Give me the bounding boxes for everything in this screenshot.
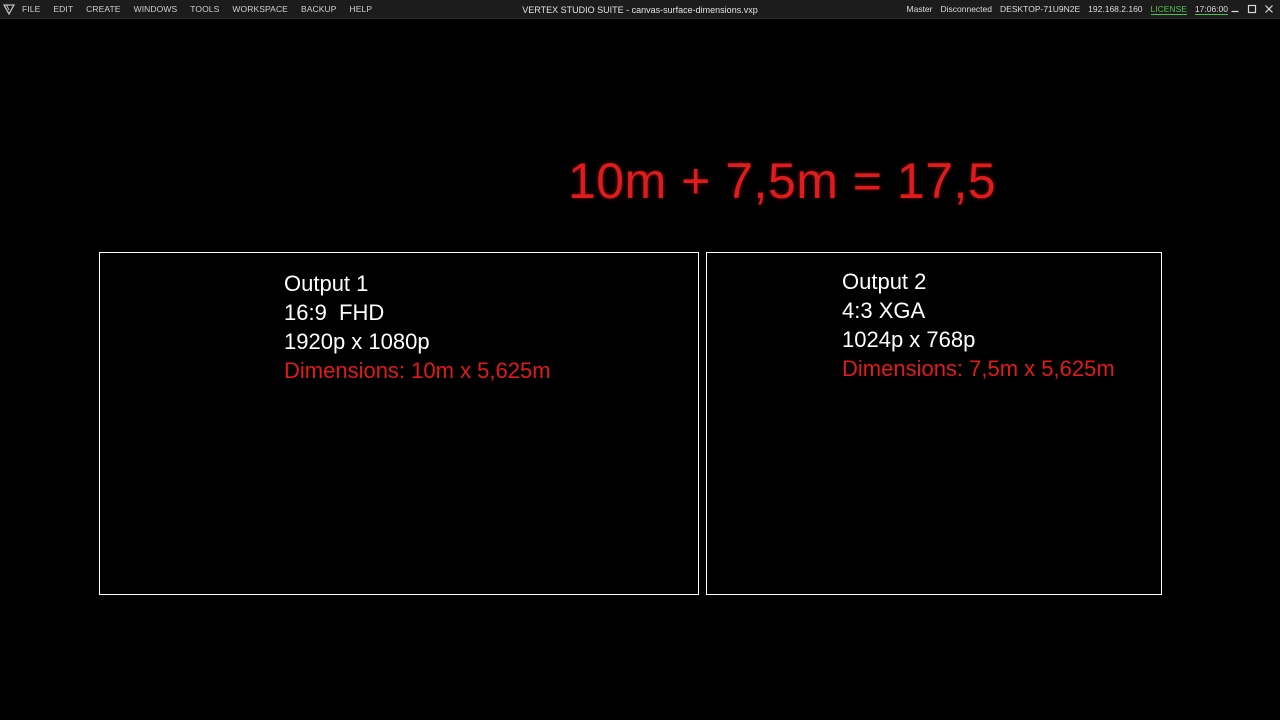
menu-workspace[interactable]: WORKSPACE (232, 4, 288, 14)
output-1-info: Output 1 16:9 FHD 1920p x 1080p Dimensio… (284, 269, 551, 385)
output-2-dimensions: Dimensions: 7,5m x 5,625m (842, 356, 1115, 381)
menu-file[interactable]: FILE (22, 4, 40, 14)
output-1-surface[interactable]: Output 1 16:9 FHD 1920p x 1080p Dimensio… (99, 252, 699, 595)
menu-help[interactable]: HELP (350, 4, 373, 14)
width-formula: 10m + 7,5m = 17,5 (568, 153, 997, 209)
maximize-button[interactable] (1245, 2, 1259, 16)
close-icon (1265, 5, 1273, 13)
output-1-dimensions: Dimensions: 10m x 5,625m (284, 358, 551, 383)
status-ip: 192.168.2.160 (1088, 4, 1143, 14)
output-1-name: Output 1 (284, 271, 369, 296)
output-2-surface[interactable]: Output 2 4:3 XGA 1024p x 768p Dimensions… (706, 252, 1162, 595)
menu-edit[interactable]: EDIT (53, 4, 73, 14)
output-1-resolution: 1920p x 1080p (284, 329, 430, 354)
output-2-resolution: 1024p x 768p (842, 327, 976, 352)
maximize-icon (1247, 4, 1257, 14)
status-host: DESKTOP-71U9N2E (1000, 4, 1081, 14)
status-area: Master Disconnected DESKTOP-71U9N2E 192.… (899, 0, 1228, 18)
menu-backup[interactable]: BACKUP (301, 4, 337, 14)
menu-bar: FILE EDIT CREATE WINDOWS TOOLS WORKSPACE… (22, 0, 385, 18)
menu-tools[interactable]: TOOLS (190, 4, 219, 14)
close-button[interactable] (1262, 2, 1276, 16)
output-1-ratio: 16:9 FHD (284, 300, 385, 325)
license-link[interactable]: LICENSE (1150, 4, 1187, 15)
app-logo-icon[interactable] (3, 3, 15, 15)
output-2-ratio: 4:3 XGA (842, 298, 926, 323)
window-controls (1225, 0, 1276, 18)
minimize-button[interactable] (1228, 2, 1242, 16)
menu-windows[interactable]: WINDOWS (134, 4, 178, 14)
status-clock: 17:06:00 (1194, 3, 1228, 15)
status-connection: Disconnected (940, 4, 993, 14)
status-role: Master (906, 4, 933, 14)
menu-create[interactable]: CREATE (86, 4, 120, 14)
title-bar: FILE EDIT CREATE WINDOWS TOOLS WORKSPACE… (0, 0, 1280, 19)
output-2-name: Output 2 (842, 269, 927, 294)
minimize-icon (1231, 10, 1239, 13)
output-2-info: Output 2 4:3 XGA 1024p x 768p Dimensions… (842, 267, 1115, 383)
